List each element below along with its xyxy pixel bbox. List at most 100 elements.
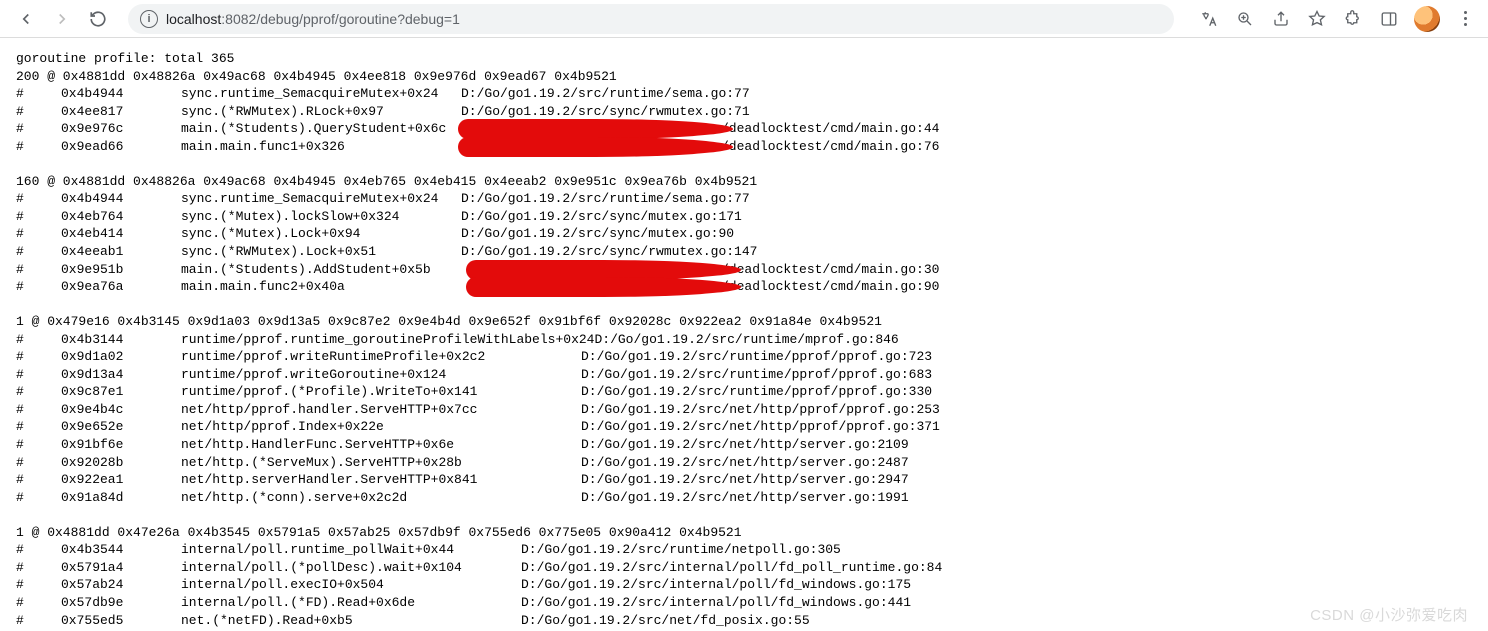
stack-frame: #0x922ea1net/http.serverHandler.ServeHTT…: [16, 471, 1472, 489]
frame-addr: 0x92028b: [61, 454, 181, 472]
menu-button[interactable]: [1454, 8, 1476, 30]
frame-func: sync.runtime_SemacquireMutex+0x24: [181, 85, 461, 103]
back-button[interactable]: [12, 5, 40, 33]
stack-frame: #0x9e976cmain.(*Students).QueryStudent+0…: [16, 120, 1472, 138]
frame-func: runtime/pprof.(*Profile).WriteTo+0x141: [181, 383, 581, 401]
toolbar-right-icons: [1198, 6, 1476, 32]
frame-addr: 0x4b4944: [61, 190, 181, 208]
frame-file: D:/Go/go1.19.2/src/runtime/pprof/pprof.g…: [581, 349, 932, 364]
profile-avatar[interactable]: [1414, 6, 1440, 32]
frame-func: net/http.HandlerFunc.ServeHTTP+0x6e: [181, 436, 581, 454]
frame-prefix: #: [16, 454, 61, 472]
frame-file: /deadlocktest/cmd/main.go:44: [721, 121, 939, 136]
bookmark-star-icon[interactable]: [1306, 8, 1328, 30]
frame-addr: 0x91bf6e: [61, 436, 181, 454]
stack-frame: #0x755ed5net.(*netFD).Read+0xb5D:/Go/go1…: [16, 612, 1472, 630]
frame-addr: 0x5791a4: [61, 559, 181, 577]
stack-frame: #0x9e4b4cnet/http/pprof.handler.ServeHTT…: [16, 401, 1472, 419]
reload-button[interactable]: [84, 5, 112, 33]
stack-frame: #0x9e652enet/http/pprof.Index+0x22eD:/Go…: [16, 418, 1472, 436]
zoom-icon[interactable]: [1234, 8, 1256, 30]
frame-addr: 0x9e652e: [61, 418, 181, 436]
watermark: CSDN @小沙弥爱吃肉: [1310, 604, 1468, 625]
frame-func: net/http.serverHandler.ServeHTTP+0x841: [181, 471, 581, 489]
frame-file: /deadlocktest/cmd/main.go:76: [721, 139, 939, 154]
frame-file: D:/Go/go1.19.2/src/net/http/pprof/pprof.…: [581, 402, 940, 417]
frame-prefix: #: [16, 612, 61, 630]
frame-func: sync.(*RWMutex).RLock+0x97: [181, 103, 461, 121]
frame-func: net/http/pprof.handler.ServeHTTP+0x7cc: [181, 401, 581, 419]
share-icon[interactable]: [1270, 8, 1292, 30]
frame-file: D:/Go/go1.19.2/src/runtime/netpoll.go:30…: [521, 542, 841, 557]
stack-frame: #0x9d1a02runtime/pprof.writeRuntimeProfi…: [16, 348, 1472, 366]
stack-frame: #0x4eb414sync.(*Mutex).Lock+0x94D:/Go/go…: [16, 225, 1472, 243]
frame-addr: 0x91a84d: [61, 489, 181, 507]
site-info-icon[interactable]: i: [140, 10, 158, 28]
frame-func: sync.(*Mutex).lockSlow+0x324: [181, 208, 461, 226]
frame-func: internal/poll.(*FD).Read+0x6de: [181, 594, 521, 612]
frame-file: D:/Go/go1.19.2/src/net/http/server.go:21…: [581, 437, 909, 452]
frame-func: internal/poll.execIO+0x504: [181, 576, 521, 594]
url-text: localhost:8082/debug/pprof/goroutine?deb…: [166, 11, 460, 27]
frame-prefix: #: [16, 225, 61, 243]
frame-func: sync.(*Mutex).Lock+0x94: [181, 225, 461, 243]
frame-file: D:/Go/go1.19.2/src/net/http/server.go:29…: [581, 472, 909, 487]
frame-file: D:/Go/go1.19.2/src/runtime/pprof/pprof.g…: [581, 384, 932, 399]
frame-file: D:/Go/go1.19.2/src/sync/mutex.go:171: [461, 209, 742, 224]
frame-prefix: #: [16, 576, 61, 594]
frame-file: D:/Go/go1.19.2/src/internal/poll/fd_poll…: [521, 560, 942, 575]
stack-frame: #0x9c87e1runtime/pprof.(*Profile).WriteT…: [16, 383, 1472, 401]
frame-func: runtime/pprof.writeRuntimeProfile+0x2c2: [181, 348, 581, 366]
frame-file: D:/Go/go1.19.2/src/sync/rwmutex.go:71: [461, 104, 750, 119]
extensions-icon[interactable]: [1342, 8, 1364, 30]
frame-file: D:/Go/go1.19.2/src/internal/poll/fd_wind…: [521, 577, 911, 592]
stack-frame: #0x4b4944sync.runtime_SemacquireMutex+0x…: [16, 85, 1472, 103]
frame-prefix: #: [16, 348, 61, 366]
frame-addr: 0x9d13a4: [61, 366, 181, 384]
stack-frame: #0x9d13a4runtime/pprof.writeGoroutine+0x…: [16, 366, 1472, 384]
frame-addr: 0x4eb764: [61, 208, 181, 226]
frame-addr: 0x57ab24: [61, 576, 181, 594]
forward-button[interactable]: [48, 5, 76, 33]
frame-func: internal/poll.(*pollDesc).wait+0x104: [181, 559, 521, 577]
frame-file: D:/Go/go1.19.2/src/sync/mutex.go:90: [461, 226, 734, 241]
stack-frame: #0x5791a4internal/poll.(*pollDesc).wait+…: [16, 559, 1472, 577]
frame-func: net/http.(*ServeMux).ServeHTTP+0x28b: [181, 454, 581, 472]
frame-addr: 0x4b3544: [61, 541, 181, 559]
stack-frame: #0x4b4944sync.runtime_SemacquireMutex+0x…: [16, 190, 1472, 208]
frame-prefix: #: [16, 489, 61, 507]
frame-prefix: #: [16, 138, 61, 156]
side-panel-icon[interactable]: [1378, 8, 1400, 30]
frame-file: D:/Go/go1.19.2/src/sync/rwmutex.go:147: [461, 244, 757, 259]
frame-file: D:/Go/go1.19.2/src/runtime/pprof/pprof.g…: [581, 367, 932, 382]
frame-addr: 0x9ead66: [61, 138, 181, 156]
block-header: 200 @ 0x4881dd 0x48826a 0x49ac68 0x4b494…: [16, 68, 1472, 86]
stack-frame: #0x4eb764sync.(*Mutex).lockSlow+0x324D:/…: [16, 208, 1472, 226]
frame-addr: 0x4b3144: [61, 331, 181, 349]
frame-file: D:/Go/go1.19.2/src/runtime/sema.go:77: [461, 191, 750, 206]
frame-prefix: #: [16, 559, 61, 577]
frame-file: D:/Go/go1.19.2/src/internal/poll/fd_wind…: [521, 595, 911, 610]
page-content: goroutine profile: total 365200 @ 0x4881…: [0, 38, 1488, 631]
frame-addr: 0x9e976c: [61, 120, 181, 138]
frame-file: D:/Go/go1.19.2/src/runtime/sema.go:77: [461, 86, 750, 101]
stack-frame: #0x4b3144runtime/pprof.runtime_goroutine…: [16, 331, 1472, 349]
frame-prefix: #: [16, 436, 61, 454]
url-bar[interactable]: i localhost:8082/debug/pprof/goroutine?d…: [128, 4, 1174, 34]
menu-dots-icon: [1464, 11, 1467, 26]
block-header: 160 @ 0x4881dd 0x48826a 0x49ac68 0x4b494…: [16, 173, 1472, 191]
frame-prefix: #: [16, 261, 61, 279]
frame-prefix: #: [16, 85, 61, 103]
frame-addr: 0x4b4944: [61, 85, 181, 103]
stack-frame: #0x92028bnet/http.(*ServeMux).ServeHTTP+…: [16, 454, 1472, 472]
frame-prefix: #: [16, 471, 61, 489]
translate-icon[interactable]: [1198, 8, 1220, 30]
frame-file: D:/Go/go1.19.2/src/net/http/server.go:24…: [581, 455, 909, 470]
frame-file: D:/Go/go1.19.2/src/net/fd_posix.go:55: [521, 613, 810, 628]
stack-frame: #0x91a84dnet/http.(*conn).serve+0x2c2dD:…: [16, 489, 1472, 507]
blank-line: [16, 155, 1472, 173]
frame-addr: 0x4ee817: [61, 103, 181, 121]
blank-line: [16, 506, 1472, 524]
stack-frame: #0x91bf6enet/http.HandlerFunc.ServeHTTP+…: [16, 436, 1472, 454]
frame-file: /deadlocktest/cmd/main.go:90: [721, 279, 939, 294]
